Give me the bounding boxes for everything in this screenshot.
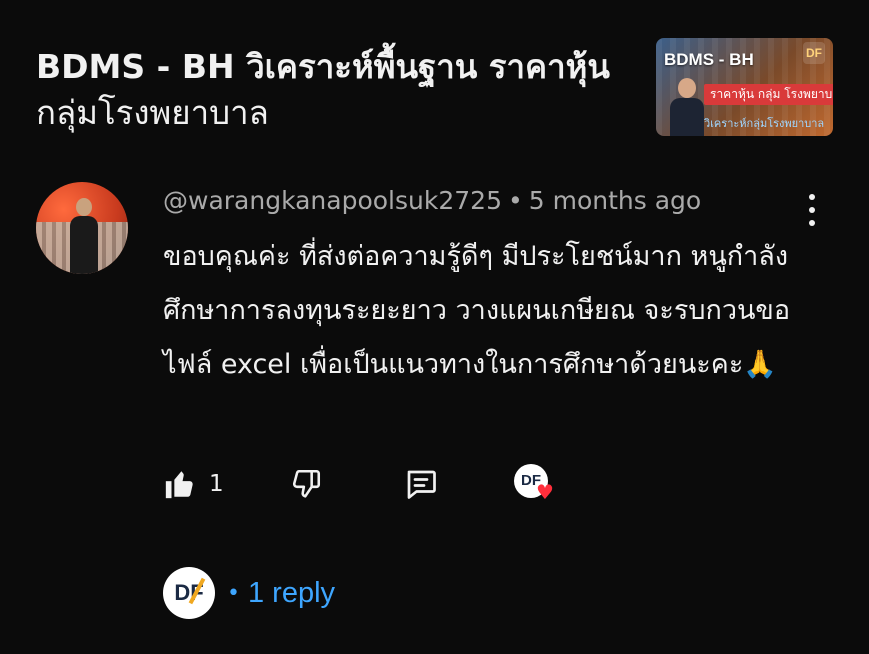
comment-meta: @warangkanapoolsuk2725 • 5 months ago — [163, 186, 701, 215]
comment-time: 5 months ago — [528, 186, 702, 215]
video-title-line-1: BDMS - BH วิเคราะห์พื้นฐาน ราคาหุ้น — [36, 47, 610, 86]
creator-heart-badge: DF ♥ — [514, 464, 554, 502]
like-count: 1 — [209, 471, 224, 497]
reply-button[interactable] — [403, 462, 439, 506]
reply-author-avatar: DF — [163, 567, 215, 619]
video-title-line-2: กลุ่มโรงพยาบาล — [36, 93, 269, 132]
thumbnail-title: BDMS - BH — [664, 50, 754, 69]
thumbnail-tag: ราคาหุ้น กลุ่ม โรงพยาบาล — [704, 84, 833, 105]
like-button[interactable]: 1 — [163, 462, 224, 506]
commenter-avatar[interactable] — [36, 182, 128, 274]
thumbnail-presenter — [670, 78, 704, 136]
comment-author[interactable]: @warangkanapoolsuk2725 — [163, 186, 502, 215]
replies-toggle[interactable]: DF • 1 reply — [163, 566, 335, 620]
replies-count-link[interactable]: 1 reply — [248, 577, 335, 610]
heart-icon: ♥ — [536, 480, 554, 504]
reply-dot: • — [227, 580, 240, 606]
meta-separator: • — [507, 186, 523, 215]
comment-screen: BDMS - BH วิเคราะห์พื้นฐาน ราคาหุ้น กลุ่… — [0, 0, 869, 654]
thumbnail-logo: DF — [803, 42, 825, 64]
video-title[interactable]: BDMS - BH วิเคราะห์พื้นฐาน ราคาหุ้น กลุ่… — [36, 44, 626, 136]
comment-text: ขอบคุณค่ะ ที่ส่งต่อความรู้ดีๆ มีประโยชน์… — [163, 241, 791, 380]
comment-reply-icon — [407, 470, 436, 499]
thumb-up-icon — [165, 471, 193, 499]
thumb-down-icon — [292, 469, 321, 498]
more-options-icon[interactable] — [798, 192, 826, 228]
video-thumbnail[interactable]: BDMS - BH DF ราคาหุ้น กลุ่ม โรงพยาบาล วิ… — [656, 38, 833, 136]
dislike-button[interactable] — [289, 462, 323, 506]
thumbnail-subtitle: วิเคราะห์กลุ่มโรงพยาบาล — [704, 117, 825, 130]
